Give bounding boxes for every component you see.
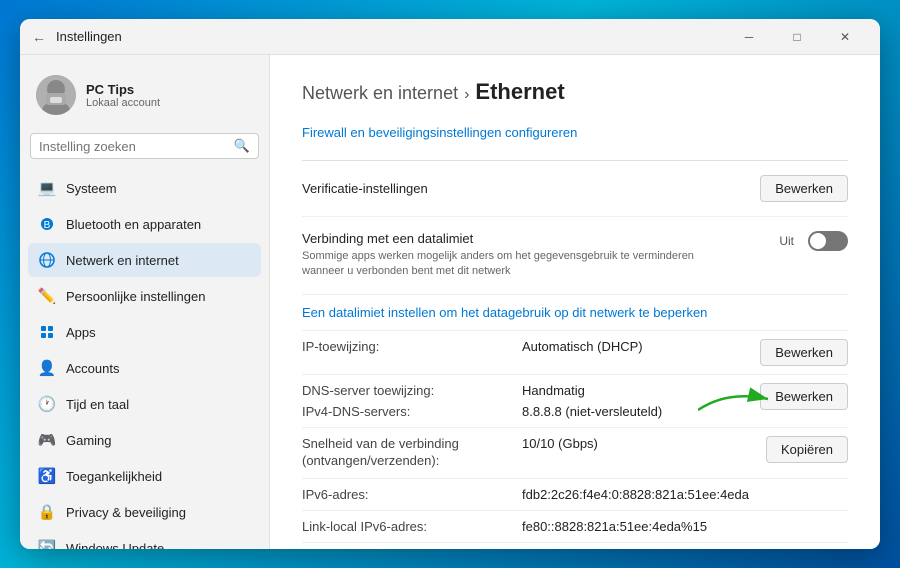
- ipv6-value: fdb2:2c26:f4e4:0:8828:821a:51ee:4eda: [522, 487, 848, 502]
- verbinding-toggle[interactable]: [808, 231, 848, 251]
- page-title: Ethernet: [475, 79, 564, 105]
- nav-item-privacy[interactable]: 🔒 Privacy & beveiliging: [28, 495, 261, 529]
- snelheid-label: Snelheid van de verbinding (ontvangen/ve…: [302, 436, 522, 470]
- gaming-icon: 🎮: [38, 431, 56, 449]
- dns-label1: DNS-server toewijzing:: [302, 383, 522, 398]
- accounts-icon: 👤: [38, 359, 56, 377]
- ip-btn[interactable]: Bewerken: [760, 339, 848, 366]
- breadcrumb-chevron: ›: [464, 86, 469, 104]
- titlebar-left: ← Instellingen: [32, 29, 122, 45]
- tijd-icon: 🕐: [38, 395, 56, 413]
- toegankelijkheid-icon: ♿: [38, 467, 56, 485]
- snelheid-row: Snelheid van de verbinding (ontvangen/ve…: [302, 428, 848, 479]
- ipv6-row: IPv6-adres: fdb2:2c26:f4e4:0:8828:821a:5…: [302, 479, 848, 511]
- linklocal-value: fe80::8828:821a:51ee:4eda%15: [522, 519, 848, 534]
- back-button[interactable]: ←: [32, 29, 46, 45]
- user-subtitle: Lokaal account: [86, 97, 160, 109]
- datalimit-link[interactable]: Een datalimiet instellen om het datagebr…: [302, 295, 848, 331]
- ipv6-label: IPv6-adres:: [302, 487, 522, 502]
- page-header: Netwerk en internet › Ethernet: [302, 79, 848, 105]
- apps-icon: [38, 323, 56, 341]
- settings-section: Verificatie-instellingen Bewerken Verbin…: [302, 160, 848, 549]
- linklocal-label: Link-local IPv6-adres:: [302, 519, 522, 534]
- nav-item-update[interactable]: 🔄 Windows Update: [28, 531, 261, 549]
- nav-item-apps[interactable]: Apps: [28, 315, 261, 349]
- minimize-button[interactable]: ─: [726, 21, 772, 53]
- persoonlijk-icon: ✏️: [38, 287, 56, 305]
- ip-value: Automatisch (DHCP): [522, 339, 750, 354]
- netwerk-icon: [38, 251, 56, 269]
- nav-item-toegankelijkheid[interactable]: ♿ Toegankelijkheid: [28, 459, 261, 493]
- main-panel: Netwerk en internet › Ethernet Firewall …: [270, 55, 880, 549]
- privacy-icon: 🔒: [38, 503, 56, 521]
- titlebar: ← Instellingen ─ □ ✕: [20, 19, 880, 55]
- verbinding-label: Verbinding met een datalimiet: [302, 231, 779, 246]
- search-box[interactable]: 🔍: [30, 133, 259, 159]
- systeem-icon: 💻: [38, 179, 56, 197]
- user-name: PC Tips: [86, 82, 160, 97]
- update-icon: 🔄: [38, 539, 56, 549]
- nav-item-bluetooth[interactable]: B Bluetooth en apparaten: [28, 207, 261, 241]
- snelheid-btn[interactable]: Kopiëren: [766, 436, 848, 463]
- close-button[interactable]: ✕: [822, 21, 868, 53]
- user-info: PC Tips Lokaal account: [86, 82, 160, 109]
- arrow-indicator: [698, 385, 778, 415]
- ipv6dns-row: IPv6-DNS-servers: fe80::21c:42ff:fe00:18…: [302, 543, 848, 549]
- nav-item-gaming[interactable]: 🎮 Gaming: [28, 423, 261, 457]
- linklocal-row: Link-local IPv6-adres: fe80::8828:821a:5…: [302, 511, 848, 543]
- snelheid-value: 10/10 (Gbps): [522, 436, 756, 451]
- dns-row: DNS-server toewijzing: Handmatig IPv4-DN…: [302, 375, 848, 428]
- toggle-knob: [810, 233, 826, 249]
- verbinding-row: Verbinding met een datalimiet Sommige ap…: [302, 217, 848, 295]
- verbinding-desc: Sommige apps werken mogelijk anders om h…: [302, 249, 702, 280]
- sidebar: PC Tips Lokaal account 🔍 💻 Systeem B: [20, 55, 270, 549]
- nav-item-systeem[interactable]: 💻 Systeem: [28, 171, 261, 205]
- bluetooth-icon: B: [38, 215, 56, 233]
- nav-item-netwerk[interactable]: Netwerk en internet: [28, 243, 261, 277]
- verificatie-label: Verificatie-instellingen: [302, 181, 760, 196]
- main-content: PC Tips Lokaal account 🔍 💻 Systeem B: [20, 55, 880, 549]
- verificatie-row: Verificatie-instellingen Bewerken: [302, 161, 848, 217]
- avatar: [36, 75, 76, 115]
- maximize-button[interactable]: □: [774, 21, 820, 53]
- search-icon: 🔍: [234, 138, 250, 154]
- settings-window: ← Instellingen ─ □ ✕: [20, 19, 880, 549]
- ip-label: IP-toewijzing:: [302, 339, 522, 354]
- toggle-label: Uit: [779, 234, 794, 248]
- ip-row: IP-toewijzing: Automatisch (DHCP) Bewerk…: [302, 331, 848, 375]
- firewall-link[interactable]: Firewall en beveiligingsinstellingen con…: [302, 125, 848, 140]
- svg-text:B: B: [44, 220, 51, 231]
- verificatie-btn[interactable]: Bewerken: [760, 175, 848, 202]
- user-section: PC Tips Lokaal account: [28, 67, 261, 127]
- breadcrumb-parent: Netwerk en internet: [302, 83, 458, 104]
- nav-item-persoonlijk[interactable]: ✏️ Persoonlijke instellingen: [28, 279, 261, 313]
- titlebar-controls: ─ □ ✕: [726, 21, 868, 53]
- window-title: Instellingen: [56, 29, 122, 44]
- search-input[interactable]: [39, 139, 228, 154]
- dns-label2: IPv4-DNS-servers:: [302, 404, 522, 419]
- nav-item-tijd[interactable]: 🕐 Tijd en taal: [28, 387, 261, 421]
- nav-item-accounts[interactable]: 👤 Accounts: [28, 351, 261, 385]
